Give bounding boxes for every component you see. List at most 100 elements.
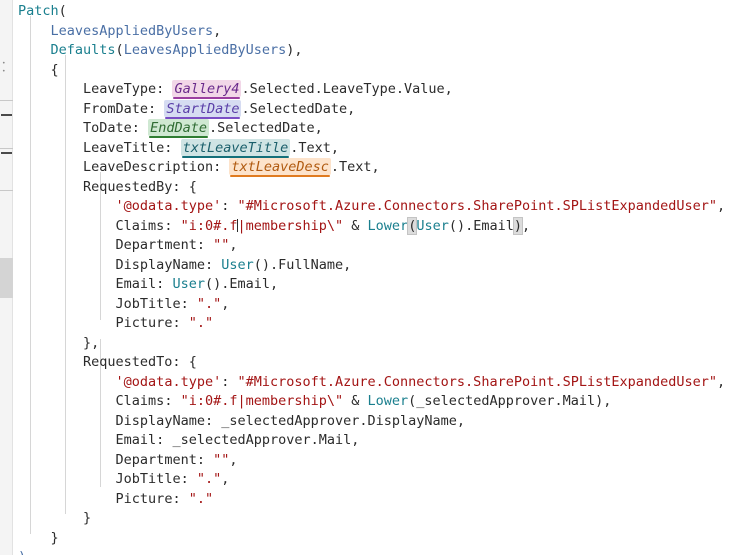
code-token-plain: Department: [115, 451, 214, 468]
code-line[interactable]: Claims: "i:0#.f|membership\" & Lower(_se… [13, 392, 739, 412]
code-line[interactable]: Department: "", [13, 236, 739, 256]
gutter-tick [0, 100, 13, 101]
code-line[interactable]: ) [13, 548, 739, 555]
code-line[interactable]: Patch( [13, 2, 739, 22]
code-line[interactable]: { [13, 61, 739, 81]
code-token-plain: DisplayName: _selectedApprover.DisplayNa… [115, 412, 466, 429]
code-token-string: "" [213, 237, 230, 253]
code-token-plain: .SelectedDate, [208, 120, 323, 136]
code-token-string: '@odata.type' [115, 373, 222, 390]
code-token-punct: ( [58, 3, 67, 19]
control-reference-txtleavedesc[interactable]: txtLeaveDesc [229, 158, 331, 175]
code-token-punct: { [188, 178, 197, 195]
scrollbar-thumb[interactable] [0, 258, 13, 298]
code-token-punct: , [213, 22, 222, 39]
code-token-plain: ToDate: [83, 120, 149, 136]
code-line[interactable]: DisplayName: _selectedApprover.DisplayNa… [13, 412, 739, 432]
code-token-plain: , [229, 451, 238, 468]
code-token-plain: Email: _selectedApprover.Mail, [115, 432, 360, 448]
code-token-plain: ().Email [448, 217, 514, 234]
code-token-fn: Patch [18, 3, 59, 19]
code-token-plain: Department: [115, 237, 214, 253]
code-token-plain: ().Email, [204, 276, 279, 292]
formula-editor[interactable]: • • Patch(LeavesAppliedByUsers, Defaults(L… [0, 0, 739, 555]
control-reference-label: txtLeaveDesc [231, 159, 329, 175]
control-reference-startdate[interactable]: StartDate [164, 99, 242, 117]
code-line[interactable]: Department: "", [13, 451, 739, 471]
code-lines[interactable]: Patch(LeavesAppliedByUsers, Defaults(Leav… [13, 0, 739, 555]
code-token-plain: , [717, 373, 726, 390]
code-token-string: "i:0#.f [180, 217, 238, 234]
gutter-change-marker [1, 114, 12, 116]
code-token-fn: Defaults [50, 42, 116, 58]
code-surface[interactable]: Patch(LeavesAppliedByUsers, Defaults(Leav… [13, 0, 739, 555]
code-line[interactable]: } [13, 529, 739, 549]
code-line[interactable]: DisplayName: User().FullName, [13, 256, 739, 276]
code-line[interactable]: FromDate: StartDate .SelectedDate, [13, 99, 739, 120]
code-line[interactable]: '@odata.type': "#Microsoft.Azure.Connect… [13, 197, 739, 217]
editor-gutter-scrollbar[interactable]: • • [0, 0, 13, 555]
code-token-plain: , [221, 471, 230, 487]
control-reference-label: StartDate [166, 100, 240, 117]
code-token-plain: RequestedBy: [83, 178, 189, 195]
code-line[interactable]: RequestedBy: { [13, 178, 739, 198]
gutter-glyph-icon: • [2, 68, 6, 75]
code-token-ident: ) [18, 549, 26, 555]
code-token-plain: Picture: [115, 490, 189, 507]
code-token-plain: .Text, [330, 159, 380, 175]
code-line[interactable]: RequestedTo: { [13, 353, 739, 373]
code-token-plain: : [221, 373, 238, 390]
code-line[interactable]: LeavesAppliedByUsers, [13, 22, 739, 42]
code-line[interactable]: ToDate: EndDate .SelectedDate, [13, 119, 739, 139]
control-reference-label: txtLeaveTitle [182, 139, 289, 156]
gutter-tick [0, 148, 13, 149]
code-token-plain: : [221, 198, 238, 214]
code-token-fn: User [172, 276, 205, 292]
code-line[interactable]: '@odata.type': "#Microsoft.Azure.Connect… [13, 373, 739, 393]
code-line[interactable]: Picture: "." [13, 314, 739, 334]
code-line[interactable]: JobTitle: ".", [13, 470, 739, 490]
code-token-string: "." [196, 295, 222, 312]
code-token-punct: { [188, 354, 197, 370]
code-line[interactable]: Email: User().Email, [13, 275, 739, 295]
code-line[interactable]: Claims: "i:0#.f|membership\" & Lower(Use… [13, 216, 739, 237]
code-token-plain: ().FullName, [253, 256, 352, 273]
code-token-plain: (_selectedApprover.Mail), [408, 393, 612, 409]
code-token-fn: User [416, 217, 449, 234]
code-token-plain: LeaveType: [83, 81, 173, 97]
code-token-plain: DisplayName: [115, 256, 222, 273]
code-token-plain: JobTitle: [115, 471, 197, 487]
control-reference-enddate[interactable]: EndDate [148, 119, 209, 136]
code-line[interactable]: LeaveDescription: txtLeaveDesc .Text, [13, 158, 739, 178]
matching-paren-highlight: ) [512, 216, 524, 235]
code-token-plain: .SelectedDate, [241, 100, 356, 117]
code-token-punct: } [83, 510, 92, 526]
code-token-punct: ), [286, 42, 303, 58]
code-token-plain: .Text, [290, 139, 340, 156]
code-line[interactable]: }, [13, 334, 739, 354]
code-line[interactable]: LeaveType: Gallery4 .Selected.LeaveType.V… [13, 80, 739, 100]
control-reference-gallery4[interactable]: Gallery4 [172, 80, 242, 97]
code-line[interactable]: Picture: "." [13, 490, 739, 510]
code-line[interactable]: Email: _selectedApprover.Mail, [13, 431, 739, 451]
code-line[interactable]: } [13, 509, 739, 529]
code-line[interactable]: Defaults(LeavesAppliedByUsers), [13, 41, 739, 61]
code-token-plain: & [343, 217, 368, 234]
code-token-plain: RequestedTo: [83, 354, 189, 370]
code-token-fn: Lower [367, 217, 409, 234]
code-token-plain: JobTitle: [115, 295, 197, 312]
code-token-punct: }, [83, 334, 100, 351]
control-reference-txtleavetitle[interactable]: txtLeaveTitle [180, 138, 291, 156]
code-token-ident: LeavesAppliedByUsers [123, 42, 287, 58]
code-token-plain: LeaveTitle: [83, 139, 181, 156]
code-token-plain: Email: [115, 276, 173, 292]
code-token-punct: { [50, 61, 59, 78]
code-token-plain: , [229, 237, 238, 253]
code-line[interactable]: JobTitle: ".", [13, 295, 739, 315]
control-reference-label: Gallery4 [174, 81, 240, 97]
code-token-string: "." [196, 471, 222, 487]
code-token-punct: ( [115, 42, 124, 58]
code-token-plain: Claims: [115, 393, 181, 409]
gutter-glyph-icon: • [2, 60, 6, 67]
code-line[interactable]: LeaveTitle: txtLeaveTitle .Text, [13, 138, 739, 159]
